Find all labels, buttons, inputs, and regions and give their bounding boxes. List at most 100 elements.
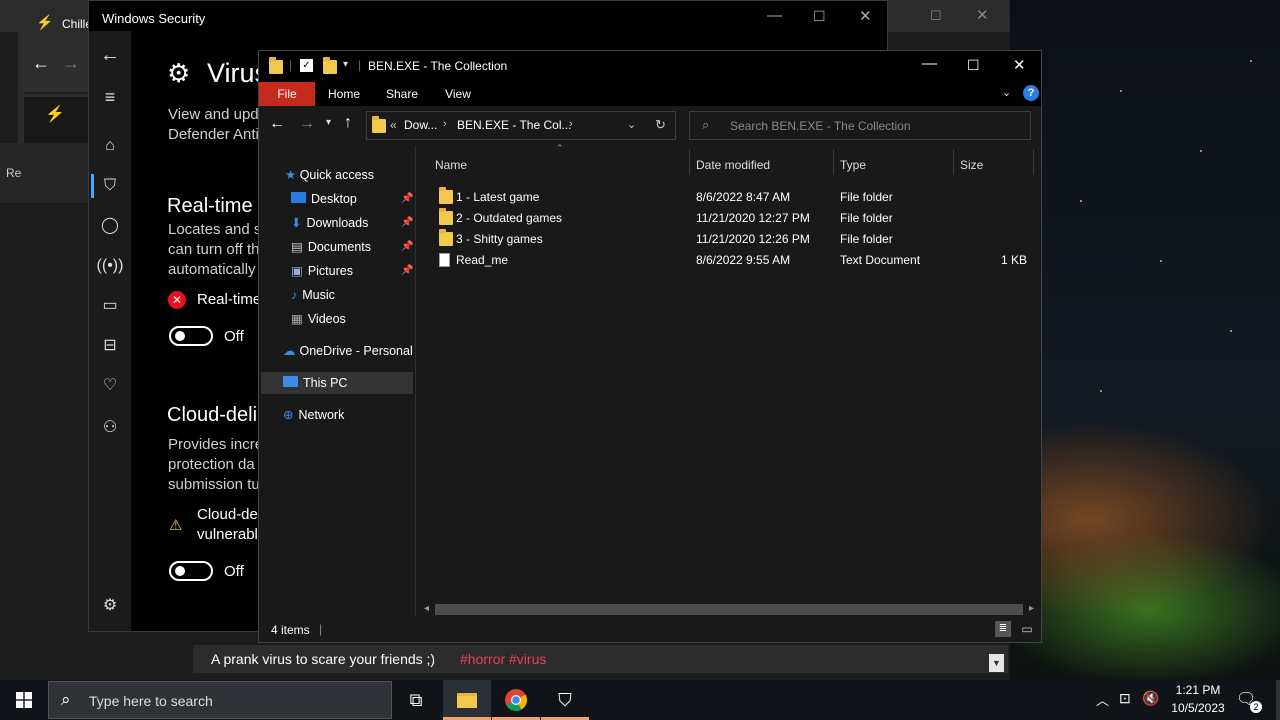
nav-onedrive[interactable]: ☁ OneDrive - Personal	[283, 340, 413, 362]
nav-item-downloads[interactable]: ⬇ Downloads	[291, 212, 368, 234]
tab-file[interactable]: File	[259, 82, 315, 106]
tab-home[interactable]: Home	[321, 82, 367, 106]
back-arrow-icon[interactable]: ←	[269, 115, 285, 133]
refresh-icon[interactable]: ↻	[655, 117, 666, 133]
scrollbar-thumb[interactable]	[435, 604, 1023, 615]
app-browser-icon[interactable]: ▭	[89, 292, 131, 320]
breadcrumb-separator-icon[interactable]: ›	[443, 118, 447, 130]
recent-locations-chevron-icon[interactable]: ▾	[326, 117, 331, 128]
maximize-icon[interactable]: ☐	[967, 57, 980, 74]
cloud-toggle[interactable]	[169, 561, 213, 581]
nav-item-pictures[interactable]: ▣ Pictures	[291, 260, 353, 282]
taskbar-search-input[interactable]: Type here to search	[89, 693, 213, 709]
notification-count-badge: 2	[1250, 701, 1262, 713]
search-icon: ⌕	[702, 117, 710, 132]
file-type: File folder	[840, 232, 893, 246]
address-history-chevron-icon[interactable]: ⌄	[627, 118, 636, 131]
new-folder-icon[interactable]	[323, 57, 337, 74]
settings-gear-icon[interactable]: ⚙	[89, 592, 131, 620]
windows-security-shield-icon[interactable]: ⛉	[541, 680, 589, 720]
column-header-date[interactable]: Date modified	[696, 154, 770, 176]
breadcrumb-separator-icon[interactable]: ›	[569, 118, 573, 130]
nav-item-videos[interactable]: ▦ Videos	[291, 308, 346, 330]
column-header-name[interactable]: Name	[435, 154, 467, 176]
file-explorer-taskbar-icon[interactable]	[443, 680, 491, 720]
nav-quick-access[interactable]: ★ Quick access	[285, 164, 374, 186]
address-bar[interactable]: « Dow... › BEN.EXE - The Col... › ⌄ ↻	[366, 111, 676, 140]
search-box[interactable]: ⌕ Search BEN.EXE - The Collection	[689, 111, 1031, 140]
background-maximize-icon[interactable]: ☐	[930, 8, 942, 24]
realtime-heading: Real-time	[167, 195, 253, 217]
back-arrow-icon[interactable]: ←	[89, 41, 131, 69]
show-hidden-icons-chevron-icon[interactable]: ︿	[1096, 690, 1109, 709]
forward-arrow-icon[interactable]: →	[299, 115, 315, 133]
file-name: Read_me	[456, 253, 509, 267]
hamburger-menu-icon[interactable]: ≡	[89, 83, 131, 111]
forward-arrow-icon[interactable]: →	[62, 53, 80, 74]
virus-protection-gear-icon: ⚙	[167, 58, 191, 88]
lightning-icon[interactable]: ⚡	[45, 104, 65, 124]
tab-share[interactable]: Share	[379, 82, 425, 106]
clock-time[interactable]: 1:21 PM	[1168, 683, 1228, 697]
start-windows-icon[interactable]	[0, 680, 48, 720]
breadcrumb-downloads[interactable]: Dow...	[404, 118, 437, 132]
volume-muted-icon[interactable]: 🔇	[1142, 690, 1159, 707]
ribbon	[259, 82, 1041, 106]
home-icon[interactable]: ⌂	[89, 132, 131, 160]
window-title: Windows Security	[102, 11, 206, 26]
help-icon[interactable]: ?	[1023, 85, 1039, 101]
scroll-left-icon[interactable]: ◂	[424, 603, 429, 614]
search-input[interactable]: Search BEN.EXE - The Collection	[730, 119, 911, 133]
address-toolbar: ← → ▾ ↑ « Dow... › BEN.EXE - The Col... …	[259, 106, 1041, 146]
nav-item-music[interactable]: ♪ Music	[291, 284, 335, 306]
caption-tags[interactable]: #horror #virus	[460, 651, 546, 667]
task-view-icon[interactable]: ⧉	[392, 680, 440, 720]
scroll-right-icon[interactable]: ▸	[1029, 603, 1034, 614]
folder-icon	[372, 116, 386, 133]
close-icon[interactable]: ✕	[1013, 56, 1026, 74]
maximize-icon[interactable]: ☐	[813, 8, 826, 25]
tab-view[interactable]: View	[435, 82, 481, 106]
breadcrumb-current-folder[interactable]: BEN.EXE - The Col...	[457, 118, 572, 132]
chrome-icon[interactable]	[492, 680, 540, 720]
network-icon[interactable]: ⊡	[1119, 690, 1131, 707]
status-bar: 4 items | ≣ ▭	[259, 617, 1041, 642]
taskbar-search-box[interactable]: ⌕ Type here to search	[48, 681, 392, 719]
expand-ribbon-chevron-icon[interactable]: ⌄	[1002, 86, 1011, 99]
caption-scroll-down-icon[interactable]: ▼	[989, 654, 1004, 672]
minimize-icon[interactable]: —	[922, 55, 937, 72]
family-options-icon[interactable]: ⚇	[89, 414, 131, 442]
breadcrumb-overflow[interactable]: «	[390, 118, 397, 132]
nav-this-pc[interactable]: This PC	[283, 372, 347, 394]
realtime-toggle[interactable]	[169, 326, 213, 346]
column-header-type[interactable]: Type	[840, 154, 866, 176]
folder-icon	[439, 208, 453, 225]
minimize-icon[interactable]: —	[767, 7, 782, 24]
warning-icon: ⚠	[169, 517, 183, 534]
account-icon[interactable]: ◯	[89, 212, 131, 240]
cloud-warning: vulnerabl	[197, 526, 258, 543]
show-desktop-button[interactable]	[1276, 680, 1280, 720]
nav-item-desktop[interactable]: Desktop	[291, 188, 357, 210]
shield-icon[interactable]: ⛉	[89, 172, 131, 200]
video-caption-bar: A prank virus to scare your friends ;) #…	[193, 645, 1008, 673]
device-health-icon[interactable]: ♡	[89, 372, 131, 400]
up-arrow-icon[interactable]: ↑	[344, 114, 352, 132]
close-icon[interactable]: ✕	[859, 7, 872, 25]
large-icons-view-icon[interactable]: ▭	[1019, 621, 1035, 637]
nav-network[interactable]: ⊕ Network	[283, 404, 344, 426]
intro-text-line: View and upd	[168, 106, 259, 123]
details-view-icon[interactable]: ≣	[995, 621, 1011, 637]
device-security-icon[interactable]: ⊟	[89, 332, 131, 360]
background-close-icon[interactable]: ✕	[976, 6, 989, 24]
clock-date[interactable]: 10/5/2023	[1168, 701, 1228, 715]
firewall-network-icon[interactable]: ((•))	[89, 252, 131, 280]
nav-item-documents[interactable]: ▤ Documents	[291, 236, 371, 258]
pin-icon: 📌	[401, 241, 414, 252]
column-header-size[interactable]: Size	[960, 154, 983, 176]
properties-checkbox-icon[interactable]: ✓	[300, 59, 313, 72]
horizontal-scrollbar[interactable]: ◂ ▸	[419, 602, 1041, 617]
folder-icon	[439, 187, 453, 204]
back-arrow-icon[interactable]: ←	[32, 53, 50, 74]
customize-toolbar-chevron-icon[interactable]: ▾	[343, 59, 348, 70]
